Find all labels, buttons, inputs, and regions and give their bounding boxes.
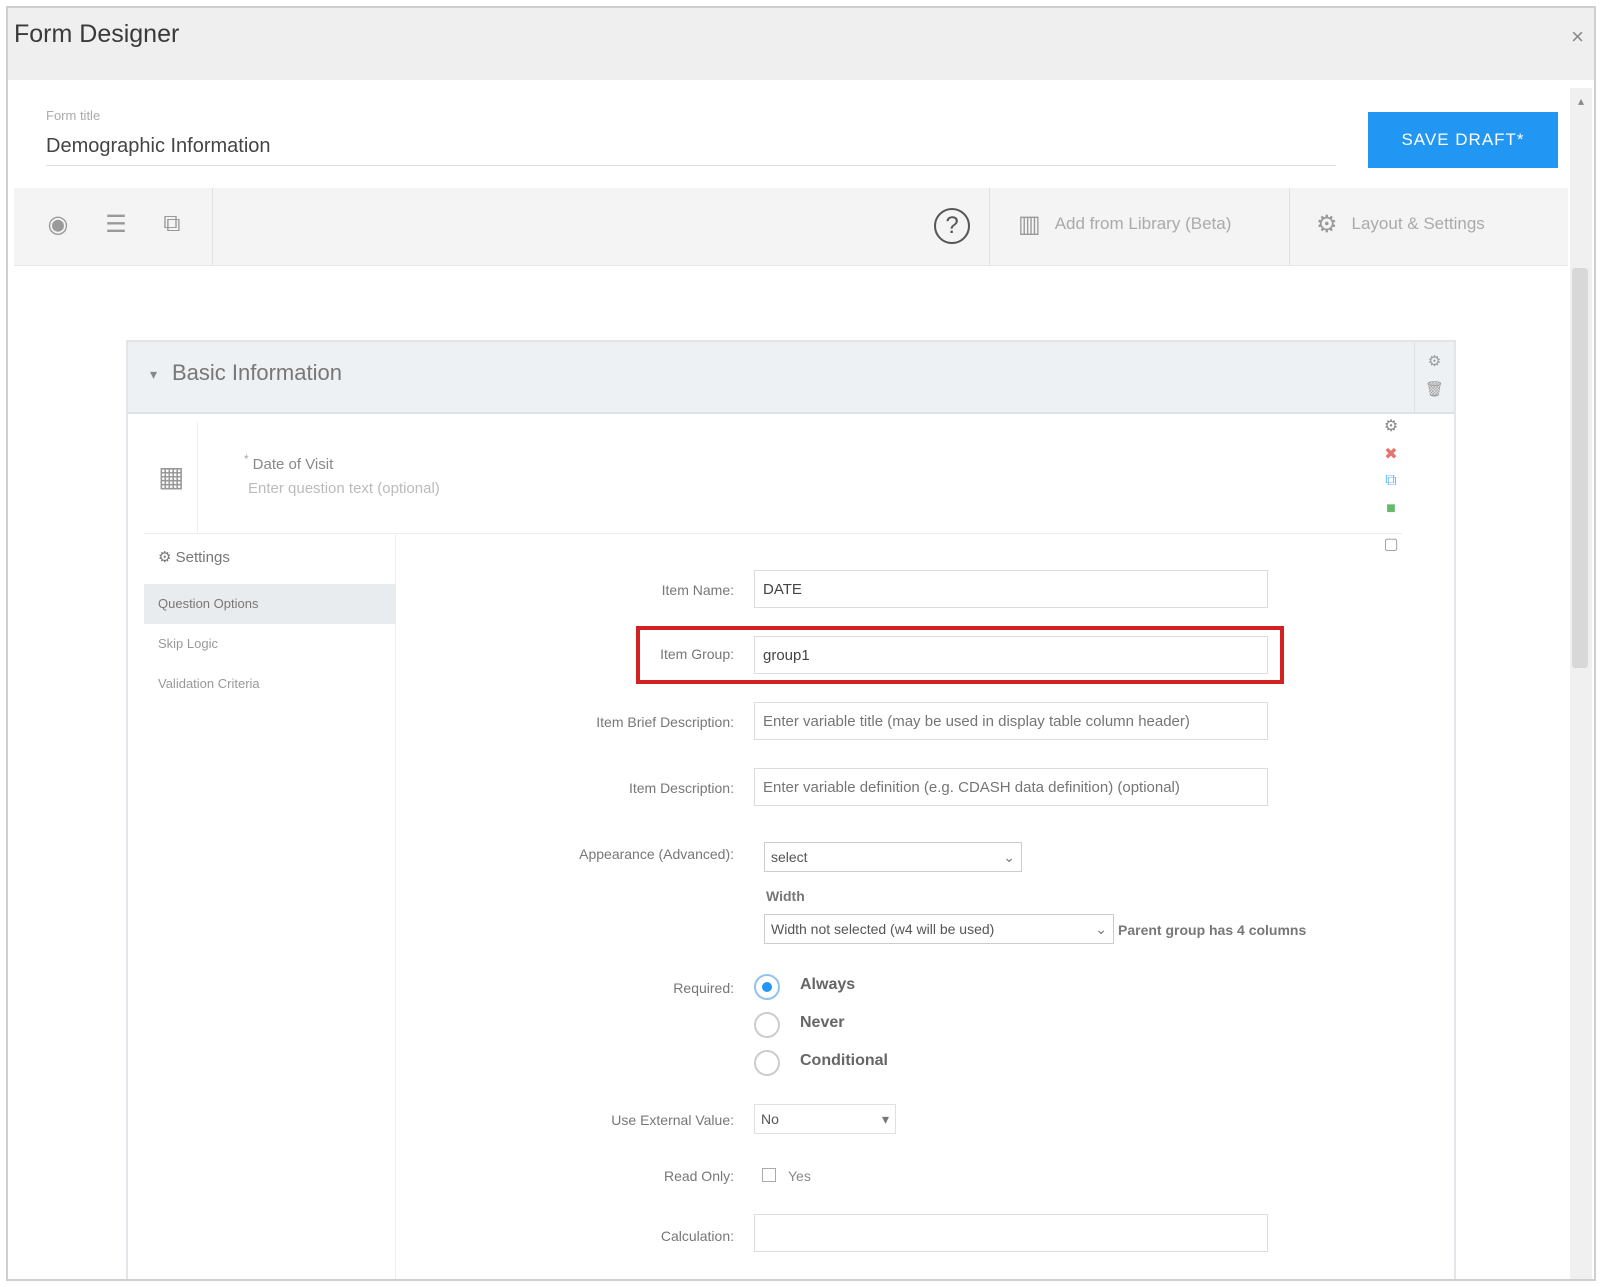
form-canvas: ▾ Basic Information ⚙ 🗑 ▦ * Date of Visit…: [14, 268, 1568, 1279]
section-delete-icon[interactable]: 🗑: [1415, 376, 1454, 404]
read-only-label: Read Only:: [663, 1168, 734, 1184]
section-header[interactable]: ▾ Basic Information ⚙ 🗑: [128, 342, 1454, 414]
brief-description-input[interactable]: [754, 702, 1268, 740]
settings-heading-text: Settings: [175, 549, 230, 566]
width-select[interactable]: Width not selected (w4 will be used) ⌄: [764, 914, 1114, 944]
required-label: Required:: [673, 980, 734, 996]
item-settings-icon[interactable]: ⚙: [1376, 416, 1406, 444]
help-icon[interactable]: ?: [934, 208, 970, 244]
required-always-radio[interactable]: [754, 974, 780, 1000]
item-move-icon[interactable]: ■: [1376, 500, 1406, 528]
read-only-checkbox[interactable]: [762, 1168, 776, 1182]
library-icon: ▥: [1018, 211, 1041, 238]
copy-icon[interactable]: ⧉: [156, 210, 188, 240]
question-card[interactable]: ▦ * Date of Visit Enter question text (op…: [144, 422, 1402, 534]
window-title: Form Designer: [14, 20, 180, 48]
settings-gear-icon: ⚙: [158, 549, 176, 566]
read-only-option-label: Yes: [788, 1168, 811, 1184]
nav-item-validation-criteria[interactable]: Validation Criteria: [144, 664, 396, 704]
appearance-value: select: [771, 849, 808, 865]
question-type-box: ▦: [144, 422, 198, 534]
chevron-down-icon: ⌄: [1003, 849, 1015, 865]
calendar-icon: ▦: [158, 461, 185, 492]
layout-settings-button[interactable]: ⚙ Layout & Settings: [1316, 210, 1485, 242]
external-value-select[interactable]: No ▾: [754, 1104, 896, 1134]
scrollbar-thumb[interactable]: [1572, 268, 1588, 668]
preview-eye-icon[interactable]: ◉: [42, 210, 74, 240]
required-conditional-radio[interactable]: [754, 1050, 780, 1076]
gear-icon: ⚙: [1316, 211, 1338, 238]
caret-down-icon: ▾: [881, 1111, 889, 1127]
item-collapse-icon[interactable]: ▢: [1376, 534, 1406, 562]
layout-settings-label: Layout & Settings: [1351, 213, 1485, 233]
required-always-label: Always: [800, 976, 856, 993]
add-from-library-button[interactable]: ▥ Add from Library (Beta): [1018, 210, 1231, 242]
form-designer-window: Form Designer × Form title SAVE DRAFT* ◉…: [6, 6, 1596, 1281]
item-name-label: Item Name:: [661, 582, 734, 598]
vertical-scrollbar[interactable]: ▴: [1570, 88, 1592, 1279]
appearance-label: Appearance (Advanced):: [579, 846, 734, 862]
question-text-placeholder[interactable]: Enter question text (optional): [248, 480, 440, 497]
settings-heading: ⚙ Settings: [158, 548, 230, 566]
section-settings-icon[interactable]: ⚙: [1415, 348, 1454, 376]
title-bar: Form Designer ×: [8, 8, 1594, 80]
form-title-label: Form title: [46, 108, 101, 123]
appearance-select[interactable]: select ⌄: [764, 842, 1022, 872]
width-note: Parent group has 4 columns: [1118, 922, 1307, 938]
toolbar-divider: [212, 188, 213, 266]
toolbar-divider: [1289, 188, 1290, 266]
settings-nav: ⚙ Settings Question Options Skip Logic V…: [144, 534, 396, 1279]
item-name-input[interactable]: [754, 570, 1268, 608]
close-icon[interactable]: ×: [1571, 24, 1584, 50]
section-title: Basic Information: [172, 360, 342, 385]
external-value-value: No: [761, 1111, 779, 1127]
item-copy-icon[interactable]: ⧉: [1376, 472, 1406, 500]
toolbar-divider: [989, 188, 990, 266]
list-view-icon[interactable]: ☰: [100, 210, 132, 240]
form-header: Form title SAVE DRAFT*: [14, 86, 1568, 186]
item-description-input[interactable]: [754, 768, 1268, 806]
question-label-text: Date of Visit: [252, 456, 334, 473]
required-asterisk: *: [244, 452, 249, 466]
chevron-down-icon: ⌄: [1095, 921, 1107, 937]
nav-item-skip-logic[interactable]: Skip Logic: [144, 624, 396, 664]
item-tools: ⚙ ✖ ⧉ ■ ▢: [1376, 416, 1406, 562]
section-tools: ⚙ 🗑: [1414, 342, 1454, 414]
nav-item-question-options[interactable]: Question Options: [144, 584, 396, 624]
brief-description-label: Item Brief Description:: [596, 714, 734, 730]
required-never-label: Never: [800, 1014, 845, 1031]
add-from-library-label: Add from Library (Beta): [1054, 213, 1232, 233]
width-label: Width: [766, 888, 805, 904]
item-group-input[interactable]: [754, 636, 1268, 674]
form-title-input[interactable]: [46, 128, 1336, 166]
required-never-radio[interactable]: [754, 1012, 780, 1038]
scroll-up-icon[interactable]: ▴: [1574, 94, 1588, 108]
question-label[interactable]: * Date of Visit: [244, 452, 333, 473]
external-value-label: Use External Value:: [611, 1112, 734, 1128]
required-conditional-label: Conditional: [800, 1052, 888, 1069]
item-description-label: Item Description:: [628, 780, 734, 796]
calculation-input[interactable]: [754, 1214, 1268, 1252]
collapse-caret-icon[interactable]: ▾: [150, 366, 157, 383]
designer-toolbar: ◉ ☰ ⧉ ? ▥ Add from Library (Beta) ⚙ Layout…: [14, 188, 1568, 266]
save-draft-button[interactable]: SAVE DRAFT*: [1368, 112, 1558, 168]
item-group-label: Item Group:: [660, 646, 734, 662]
item-delete-icon[interactable]: ✖: [1376, 444, 1406, 472]
width-value: Width not selected (w4 will be used): [771, 921, 995, 937]
section-basic-information: ▾ Basic Information ⚙ 🗑 ▦ * Date of Visit…: [126, 340, 1456, 1279]
calculation-label: Calculation:: [660, 1228, 734, 1244]
